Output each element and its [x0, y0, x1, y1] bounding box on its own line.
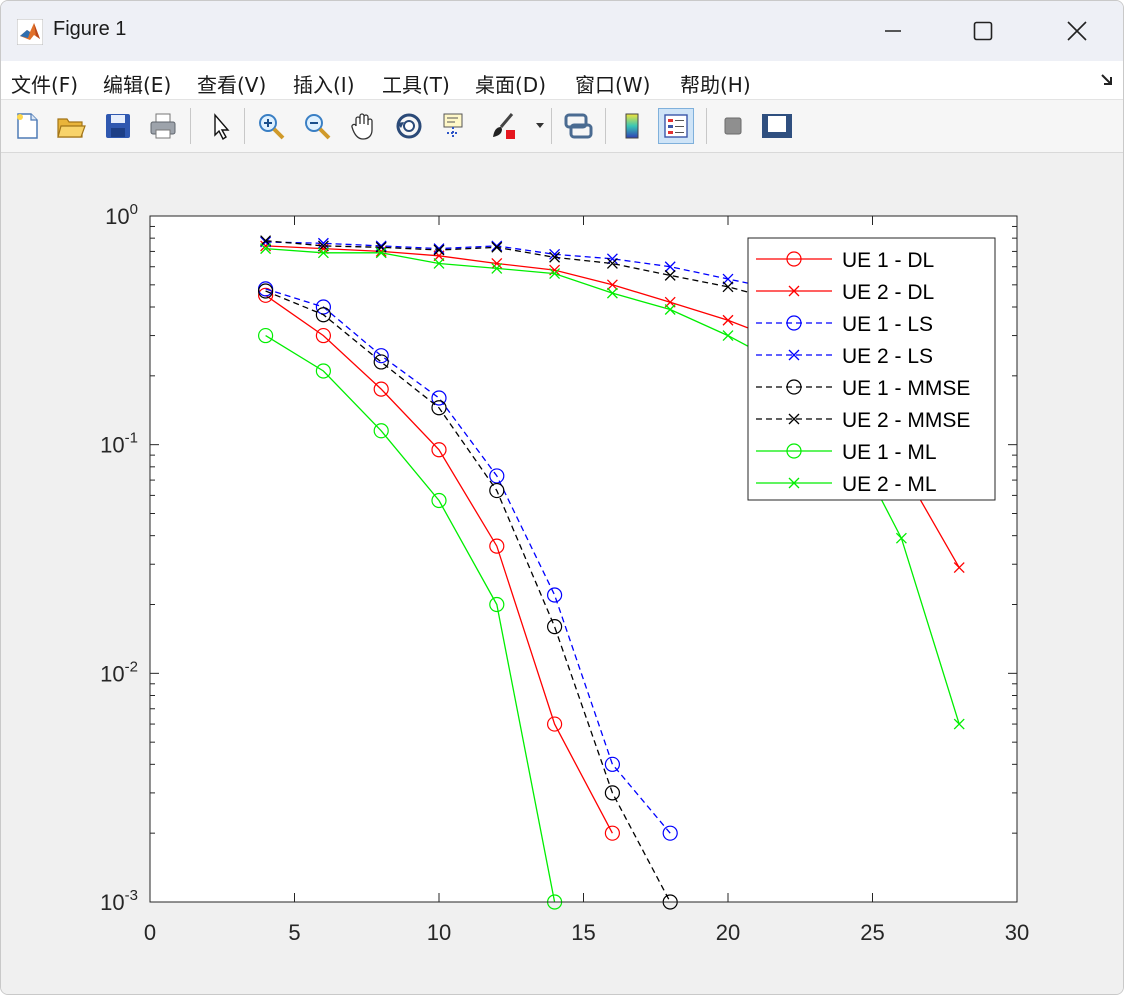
legend[interactable]: UE 1 - DL UE 2 - DL UE 1 - LS UE 2 - LS UE 1… — [747, 237, 996, 501]
x-tick-label: 10 — [427, 920, 451, 945]
menu-window[interactable]: 窗口(W) — [575, 69, 650, 98]
menu-view[interactable]: 查看(V) — [197, 69, 266, 98]
y-tick-label: 10-2 — [100, 658, 138, 686]
new-figure-icon — [17, 113, 38, 139]
open-file-button[interactable] — [53, 108, 89, 144]
figure-toolbar — [1, 100, 1123, 153]
y-tick-label: 100 — [105, 201, 138, 229]
print-icon — [150, 113, 176, 139]
toolbar-separator — [605, 108, 606, 144]
semilog-line-chart[interactable]: 0 5 10 15 20 25 3010010-110-210-3 UE 1 - DLUE … — [1, 153, 1124, 995]
toolbar-separator — [190, 108, 191, 144]
x-tick-label: 25 — [860, 920, 884, 945]
data-cursor-button[interactable] — [437, 108, 473, 144]
legend-label: UE 1 - DL — [842, 249, 934, 272]
pointer-icon — [214, 113, 230, 141]
x-tick-label: 30 — [1005, 920, 1029, 945]
menu-tools[interactable]: 工具(T) — [382, 69, 450, 98]
link-plot-button[interactable] — [560, 108, 596, 144]
zoom-in-button[interactable] — [253, 108, 289, 144]
legend-label: UE 1 - ML — [842, 441, 937, 464]
menu-file[interactable]: 文件(F) — [11, 69, 78, 98]
chevron-down-icon[interactable] — [535, 122, 545, 130]
toolbar-separator — [244, 108, 245, 144]
data-cursor-icon — [443, 113, 463, 139]
minimize-button[interactable] — [863, 1, 923, 61]
show-plot-tools-button[interactable] — [759, 108, 795, 144]
insert-colorbar-button[interactable] — [614, 108, 650, 144]
x-tick-label: 0 — [144, 920, 156, 945]
edit-plot-button[interactable] — [202, 108, 238, 144]
print-button[interactable] — [145, 108, 181, 144]
legend-icon — [664, 114, 688, 138]
maximize-button[interactable] — [953, 1, 1013, 61]
hide-plot-tools-button[interactable] — [715, 108, 751, 144]
brush-icon — [493, 113, 515, 139]
window-title: Figure 1 — [53, 18, 127, 40]
minimize-icon — [885, 30, 901, 32]
toolbar-separator — [551, 108, 552, 144]
figure-canvas: 0 5 10 15 20 25 30 100 10-1 10-2 10-3 UE 1 - DL UE … — [1, 153, 1124, 995]
matlab-logo-icon — [17, 19, 43, 45]
figure-window: Figure 1 文件(F) 编辑(E) 查看(V) 插入(I) 工具(T) 桌… — [0, 0, 1124, 995]
legend-label: UE 2 - DL — [842, 281, 934, 304]
x-tick-label: 15 — [571, 920, 595, 945]
menu-bar: 文件(F) 编辑(E) 查看(V) 插入(I) 工具(T) 桌面(D) 窗口(W… — [1, 61, 1123, 100]
insert-legend-button[interactable] — [658, 108, 694, 144]
rotate-3d-button[interactable] — [391, 108, 427, 144]
pan-button[interactable] — [345, 108, 381, 144]
zoom-out-button[interactable] — [299, 108, 335, 144]
y-tick-label: 10-3 — [100, 887, 138, 915]
link-plot-icon — [564, 113, 593, 139]
x-tick-label: 20 — [716, 920, 740, 945]
close-button[interactable] — [1047, 1, 1107, 61]
rotate-3d-icon — [396, 113, 422, 139]
brush-button[interactable] — [485, 108, 521, 144]
dock-arrow-icon[interactable] — [1099, 72, 1115, 88]
maximize-icon — [973, 21, 993, 41]
title-bar[interactable]: Figure 1 — [1, 1, 1123, 61]
menu-desktop[interactable]: 桌面(D) — [475, 69, 546, 98]
save-icon — [106, 114, 130, 138]
legend-label: UE 2 - MMSE — [842, 409, 970, 432]
save-button[interactable] — [100, 108, 136, 144]
open-file-icon — [57, 118, 86, 138]
x-tick-label: 5 — [288, 920, 300, 945]
zoom-in-icon — [259, 114, 285, 140]
legend-label: UE 1 - MMSE — [842, 377, 970, 400]
menu-help[interactable]: 帮助(H) — [680, 69, 751, 98]
menu-insert[interactable]: 插入(I) — [293, 69, 355, 98]
close-icon — [1067, 21, 1087, 41]
new-figure-button[interactable] — [9, 108, 45, 144]
legend-label: UE 1 - LS — [842, 313, 933, 336]
zoom-out-icon — [305, 114, 331, 140]
legend-label: UE 2 - ML — [842, 473, 937, 496]
pan-hand-icon — [351, 113, 373, 140]
menu-edit[interactable]: 编辑(E) — [103, 69, 171, 98]
y-tick-label: 10-1 — [100, 430, 138, 458]
show-plot-tools-icon — [762, 114, 792, 138]
hide-plot-tools-icon — [724, 117, 742, 135]
toolbar-separator — [706, 108, 707, 144]
colorbar-icon — [625, 113, 639, 139]
legend-label: UE 2 - LS — [842, 345, 933, 368]
